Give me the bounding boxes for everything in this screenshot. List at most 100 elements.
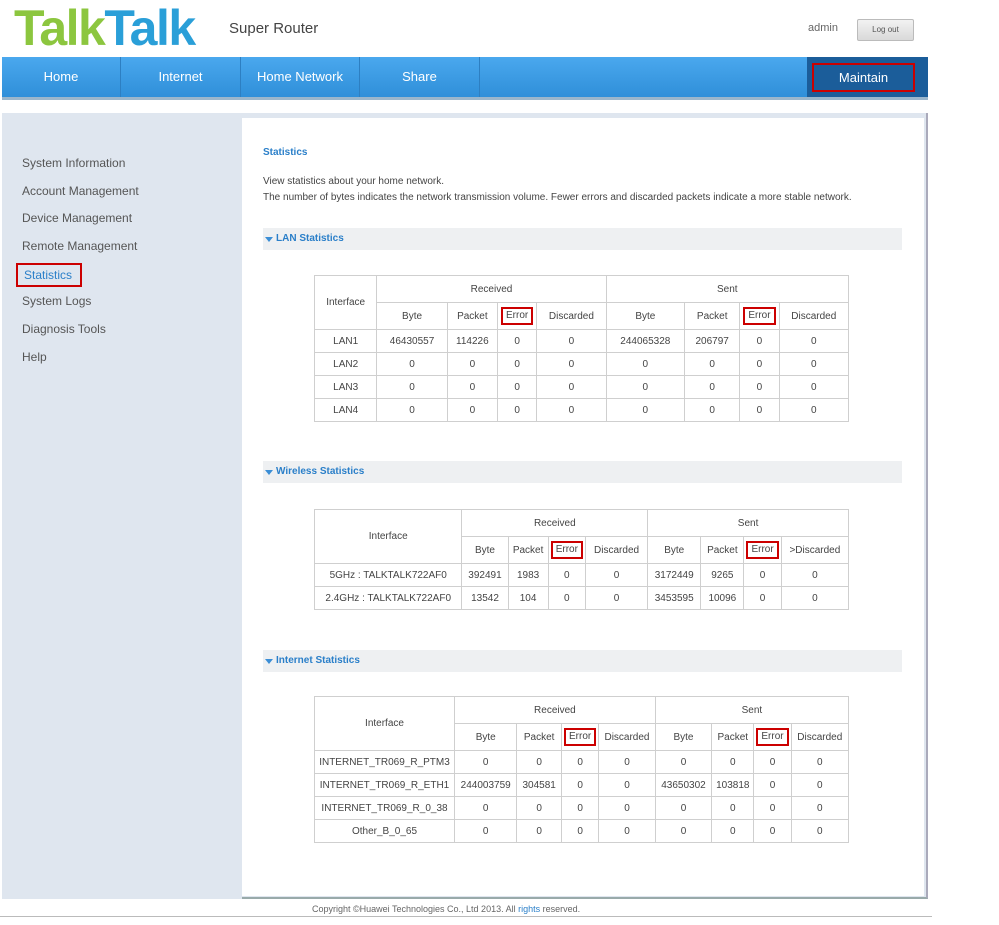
table-cell: 0 — [598, 750, 656, 774]
table-cell: 0 — [446, 398, 499, 422]
table-cell: 0 — [560, 750, 600, 774]
internet-section-title: Internet Statistics — [276, 655, 360, 666]
wireless-col-header: Byte — [647, 536, 702, 564]
table-row: LAN3 0 0 0 0 0 0 0 0 — [313, 375, 850, 399]
footer-suffix: reserved. — [540, 904, 581, 914]
table-cell: 0 — [497, 375, 538, 399]
table-cell: 0 — [454, 750, 518, 774]
logout-button[interactable]: Log out — [857, 19, 914, 41]
sidebar-item-statistics[interactable]: Statistics — [16, 263, 83, 287]
table-cell: 5GHz : TALKTALK722AF0 — [313, 563, 463, 587]
talktalk-logo: TalkTalk — [14, 0, 196, 56]
table-cell: 0 — [790, 750, 850, 774]
table-cell: 0 — [790, 796, 850, 820]
table-cell: 0 — [605, 352, 686, 376]
internet-col-header: Discarded — [790, 723, 850, 751]
lan-section-header[interactable]: LAN Statistics — [263, 228, 902, 250]
table-cell: LAN4 — [313, 398, 378, 422]
wireless-col-header: >Discarded — [780, 536, 850, 564]
nav-home-network[interactable]: Home Network — [241, 57, 360, 97]
table-cell: 10096 — [700, 586, 745, 610]
internet-section-header[interactable]: Internet Statistics — [263, 650, 902, 672]
lan-header-received: Received — [376, 275, 607, 303]
wireless-section-title: Wireless Statistics — [276, 466, 365, 477]
table-cell: 0 — [516, 819, 562, 843]
internet-col-header: Error — [753, 723, 792, 751]
sidebar-item-remote-management[interactable]: Remote Management — [22, 239, 137, 253]
table-row: INTERNET_TR069_R_0_38 0 0 0 0 0 0 0 0 — [313, 796, 850, 820]
sidebar-item-diagnosis-tools[interactable]: Diagnosis Tools — [22, 322, 106, 336]
table-cell: 0 — [376, 352, 448, 376]
table-cell: 0 — [684, 375, 741, 399]
table-cell: 0 — [446, 375, 499, 399]
wireless-section-header[interactable]: Wireless Statistics — [263, 461, 902, 483]
table-cell: 0 — [711, 819, 755, 843]
nav-internet[interactable]: Internet — [121, 57, 241, 97]
sidebar-item-system-information[interactable]: System Information — [22, 156, 125, 170]
collapse-arrow-icon — [265, 659, 273, 664]
lan-col-header: Packet — [446, 302, 499, 330]
internet-col-header: Packet — [516, 723, 562, 751]
sidebar-item-statistics-label: Statistics — [24, 268, 73, 282]
wireless-col-header: Error — [547, 536, 586, 564]
wireless-header-interface: Interface — [313, 509, 463, 564]
page-description-1: View statistics about your home network. — [263, 176, 445, 187]
internet-header-received: Received — [454, 696, 656, 724]
table-cell: 0 — [547, 563, 586, 587]
internet-header-sent: Sent — [654, 696, 850, 724]
internet-col-header: Error — [560, 723, 600, 751]
table-cell: 0 — [790, 773, 850, 797]
nav-maintain[interactable]: Maintain — [807, 57, 928, 97]
sidebar-item-device-management[interactable]: Device Management — [22, 211, 132, 225]
internet-col-header: Byte — [454, 723, 518, 751]
wireless-header-sent: Sent — [647, 509, 849, 537]
table-cell: 0 — [547, 586, 586, 610]
collapse-arrow-icon — [265, 470, 273, 475]
table-cell: 392491 — [461, 563, 509, 587]
table-cell: 0 — [739, 398, 780, 422]
table-cell: 0 — [684, 398, 741, 422]
table-cell: 244065328 — [605, 329, 686, 353]
collapse-arrow-icon — [265, 237, 273, 242]
table-row: INTERNET_TR069_R_PTM3 0 0 0 0 0 0 0 0 — [313, 750, 850, 774]
sidebar-item-account-management[interactable]: Account Management — [22, 184, 139, 198]
table-cell: 0 — [497, 398, 538, 422]
logo-part-2: Talk — [104, 0, 196, 56]
header: TalkTalk Super Router admin Log out — [0, 0, 930, 57]
footer-prefix: Copyright ©Huawei Technologies Co., Ltd … — [312, 904, 519, 914]
footer-rights-link[interactable]: rights — [518, 904, 540, 914]
wireless-col-header: Error — [743, 536, 782, 564]
lan-stats-table: Interface Received Sent Byte Packet Erro… — [313, 275, 850, 422]
footer-divider — [0, 916, 932, 917]
table-cell: 103818 — [711, 773, 755, 797]
table-cell: 0 — [780, 563, 850, 587]
sidebar — [2, 113, 242, 899]
table-cell: 0 — [739, 375, 780, 399]
table-cell: 0 — [584, 586, 649, 610]
table-cell: 3172449 — [647, 563, 702, 587]
nav-share[interactable]: Share — [360, 57, 480, 97]
wireless-col-header: Packet — [507, 536, 549, 564]
table-cell: 0 — [780, 586, 850, 610]
error-highlight: Error — [756, 728, 789, 746]
table-cell: INTERNET_TR069_R_ETH1 — [313, 773, 456, 797]
nav-home[interactable]: Home — [2, 57, 121, 97]
table-cell: 0 — [516, 796, 562, 820]
logo-part-1: Talk — [14, 0, 106, 56]
table-cell: 206797 — [684, 329, 741, 353]
internet-col-header: Packet — [711, 723, 755, 751]
sidebar-item-system-logs[interactable]: System Logs — [22, 294, 91, 308]
error-highlight: Error — [743, 307, 776, 325]
table-row: Other_B_0_65 0 0 0 0 0 0 0 0 — [313, 819, 850, 843]
sidebar-item-help[interactable]: Help — [22, 350, 47, 364]
table-cell: 0 — [654, 796, 713, 820]
table-cell: 0 — [376, 398, 448, 422]
username-label: admin — [808, 22, 838, 34]
table-cell: 0 — [560, 796, 600, 820]
table-cell: INTERNET_TR069_R_0_38 — [313, 796, 456, 820]
table-cell: 0 — [654, 819, 713, 843]
table-cell: 0 — [790, 819, 850, 843]
table-cell: 46430557 — [376, 329, 448, 353]
table-cell: 0 — [497, 352, 538, 376]
wireless-header-received: Received — [461, 509, 649, 537]
